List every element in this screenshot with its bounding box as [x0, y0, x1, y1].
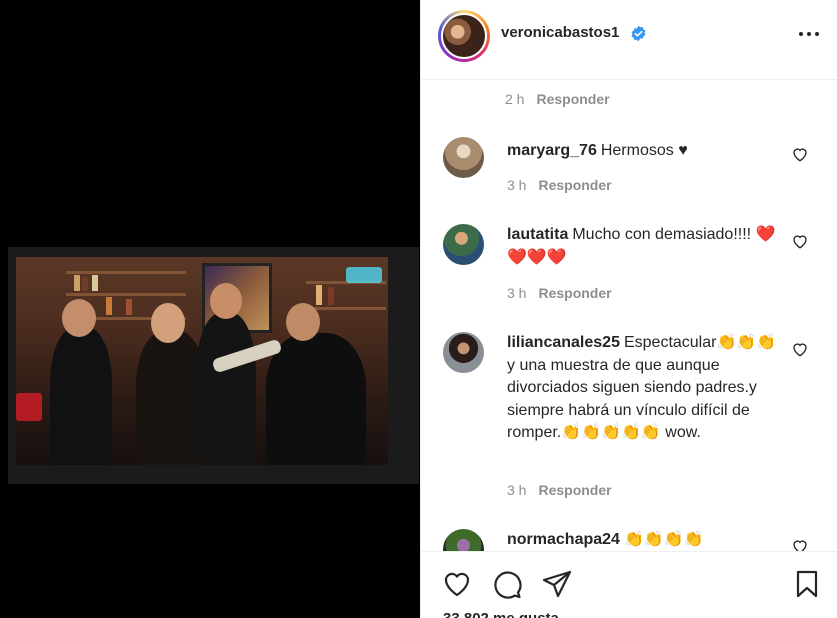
heart-icon[interactable]	[791, 537, 809, 551]
drum	[16, 393, 42, 421]
reply-button[interactable]: Responder	[538, 482, 611, 498]
avatar[interactable]	[443, 137, 484, 178]
comment-meta: 3 h Responder	[507, 482, 612, 498]
heart-icon[interactable]	[791, 340, 809, 358]
paper-plane-icon[interactable]	[541, 568, 573, 600]
comment-meta: 2 h Responder	[505, 91, 610, 107]
comment-time: 3 h	[507, 285, 527, 301]
post-media-pane[interactable]	[0, 0, 420, 618]
comment-meta: 3 h Responder	[507, 177, 612, 193]
comment-username[interactable]: normachapa24	[507, 531, 620, 548]
post-video[interactable]	[8, 247, 419, 484]
post-actions	[421, 551, 837, 618]
comment-username[interactable]: lautatita	[507, 226, 568, 243]
heart-icon[interactable]	[791, 145, 809, 163]
comment-text: Hermosos ♥	[600, 142, 688, 159]
comment-username[interactable]: maryarg_76	[507, 142, 597, 159]
comment-icon[interactable]	[491, 568, 523, 600]
verified-badge-icon	[631, 25, 646, 42]
bookmark-icon[interactable]	[791, 568, 823, 600]
comment-time: 2 h	[505, 91, 525, 107]
comment-username[interactable]: liliancanales25	[507, 334, 620, 351]
avatar[interactable]	[443, 332, 484, 373]
reply-button[interactable]: Responder	[536, 91, 609, 107]
author-avatar[interactable]	[438, 10, 490, 62]
post-header: veronicabastos1	[421, 0, 837, 80]
comment-time: 3 h	[507, 177, 527, 193]
heart-icon[interactable]	[441, 568, 473, 600]
likes-count[interactable]: 33.802 me gusta	[443, 610, 559, 618]
post-side-panel: veronicabastos1 2 h Responder maryarg_76 H…	[420, 0, 837, 618]
neon-sign	[346, 267, 382, 283]
author-username[interactable]: veronicabastos1	[501, 24, 619, 41]
reply-button[interactable]: Responder	[538, 177, 611, 193]
avatar[interactable]	[443, 529, 484, 551]
heart-icon[interactable]	[791, 232, 809, 250]
comments-list[interactable]: 2 h Responder maryarg_76 Hermosos ♥ 3 h Res…	[421, 81, 837, 551]
video-content	[16, 257, 388, 465]
avatar[interactable]	[443, 224, 484, 265]
more-options-icon[interactable]	[799, 32, 819, 38]
comment-text: 👏👏👏👏	[623, 531, 704, 548]
comment-meta: 3 h Responder	[507, 285, 612, 301]
reply-button[interactable]: Responder	[538, 285, 611, 301]
comment-time: 3 h	[507, 482, 527, 498]
